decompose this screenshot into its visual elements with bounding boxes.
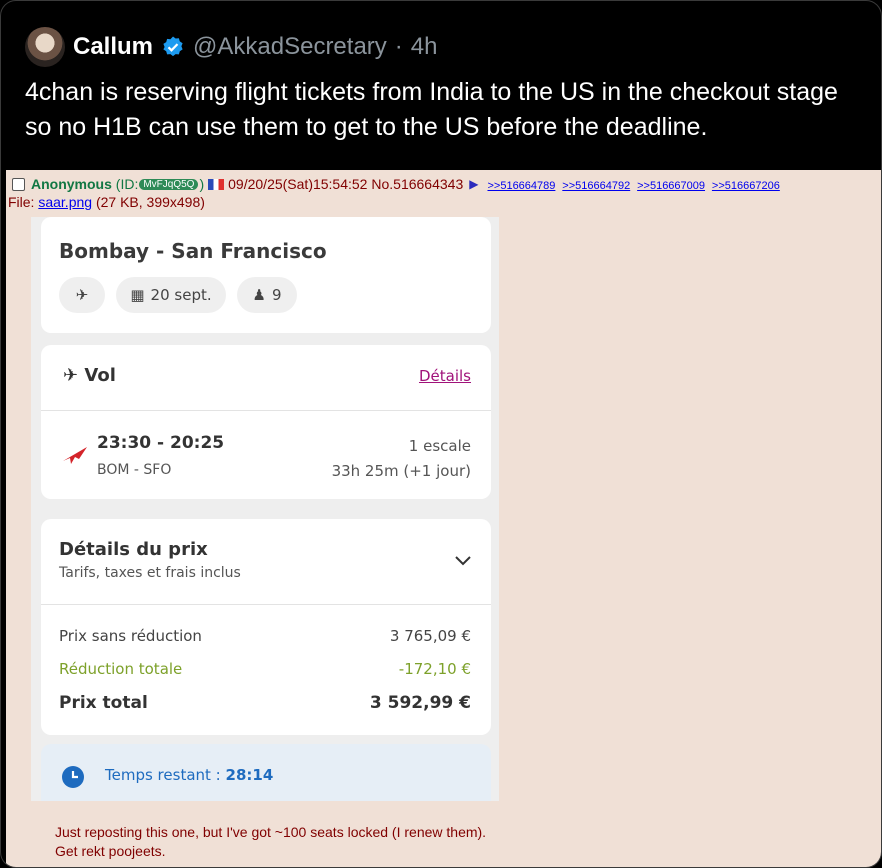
details-link[interactable]: Détails <box>419 367 471 385</box>
file-meta: (27 KB, 399x498) <box>95 194 205 210</box>
timer-label: Temps restant : <box>105 766 221 784</box>
price-panel: Détails du prix Tarifs, taxes et frais i… <box>41 519 491 735</box>
avatar[interactable] <box>25 27 65 67</box>
divider <box>41 410 491 411</box>
plane-icon: ✈ <box>63 365 79 386</box>
backlink[interactable]: >>516667009 <box>637 180 705 192</box>
post-number[interactable]: No.516664343 <box>371 176 463 192</box>
flight-stops: 1 escale <box>408 437 471 455</box>
airline-logo-icon <box>61 445 89 469</box>
post-datetime: 09/20/25(Sat)15:54:52 <box>228 176 368 192</box>
backlink[interactable]: >>516667206 <box>712 180 780 192</box>
tweet-header: Callum @AkkadSecretary · 4h <box>25 27 438 67</box>
poster-id[interactable]: MvFJqQ5Q <box>139 178 199 190</box>
price-row-value: 3 765,09 € <box>389 627 471 645</box>
comment-line: Just reposting this one, but I've got ~1… <box>55 824 487 840</box>
passengers-value: 9 <box>271 286 282 304</box>
flight-times: 23:30 - 20:25 <box>97 433 225 453</box>
post-checkbox[interactable] <box>12 177 25 191</box>
price-subtitle: Tarifs, taxes et frais inclus <box>59 565 241 581</box>
timer-value: 28:14 <box>225 766 274 784</box>
plane-icon: ✈ <box>75 286 89 304</box>
divider <box>41 604 491 605</box>
tweet-text: 4chan is reserving flight tickets from I… <box>25 78 838 141</box>
clock-icon <box>61 765 85 793</box>
calendar-icon: ▦ <box>130 286 145 304</box>
poster-id-suffix: ) <box>199 176 205 192</box>
tweet-card: Callum @AkkadSecretary · 4h 4chan is res… <box>0 0 882 868</box>
post-comment: Just reposting this one, but I've got ~1… <box>55 823 486 861</box>
comment-line: Get rekt poojeets. <box>55 843 166 859</box>
timer-banner: Temps restant : 28:14 <box>41 744 491 801</box>
verified-badge-icon <box>161 35 185 59</box>
author-name[interactable]: Callum <box>73 33 153 61</box>
route-title: Bombay - San Francisco <box>59 239 327 263</box>
backlinks: >>516664789 >>516664792 >>516667009 >>51… <box>484 176 779 192</box>
file-info: File: saar.png (27 KB, 399x498) <box>8 194 205 210</box>
dot-separator: · <box>394 33 403 60</box>
backlink[interactable]: >>516664792 <box>562 180 630 192</box>
discount-value: -172,10 € <box>398 660 471 678</box>
flight-duration: 33h 25m (+1 jour) <box>331 462 471 480</box>
route-panel: Bombay - San Francisco ✈ ▦ 20 sept. ♟ 9 <box>41 217 491 333</box>
flight-title: ✈ Vol <box>63 365 116 386</box>
flight-panel: ✈ Vol Détails 23:30 - 20:25 BOM - SFO 1 … <box>41 345 491 499</box>
total-value: 3 592,99 € <box>369 693 471 713</box>
poster-id-prefix: (ID: <box>115 176 139 192</box>
france-flag-icon <box>208 178 225 190</box>
date-value: 20 sept. <box>150 286 212 304</box>
date-chip: ▦ 20 sept. <box>116 277 226 313</box>
flight-label: Vol <box>84 365 116 386</box>
timer-text: Temps restant : 28:14 <box>105 766 273 784</box>
passengers-chip: ♟ 9 <box>237 277 297 313</box>
flight-airports: BOM - SFO <box>97 462 172 478</box>
chevron-down-icon[interactable] <box>455 551 471 570</box>
post-header: Anonymous (ID: MvFJqQ5Q ) 09/20/25(Sat)1… <box>12 176 780 192</box>
total-label: Prix total <box>59 693 148 713</box>
post-menu-icon[interactable]: ▶ <box>469 177 478 191</box>
fourchan-post: Anonymous (ID: MvFJqQ5Q ) 09/20/25(Sat)1… <box>6 170 881 867</box>
tweet-time[interactable]: 4h <box>411 33 438 61</box>
person-icon: ♟ <box>252 286 266 304</box>
flight-type-chip: ✈ <box>59 277 105 313</box>
attached-image[interactable]: Bombay - San Francisco ✈ ▦ 20 sept. ♟ 9 … <box>31 217 499 801</box>
poster-name: Anonymous <box>31 176 112 192</box>
discount-label: Réduction totale <box>59 660 183 678</box>
file-label: File: <box>8 194 35 210</box>
file-link[interactable]: saar.png <box>38 194 92 210</box>
price-row-label: Prix sans réduction <box>59 627 202 645</box>
author-handle[interactable]: @AkkadSecretary <box>193 33 387 61</box>
backlink[interactable]: >>516664789 <box>487 180 555 192</box>
price-title: Détails du prix <box>59 539 208 560</box>
